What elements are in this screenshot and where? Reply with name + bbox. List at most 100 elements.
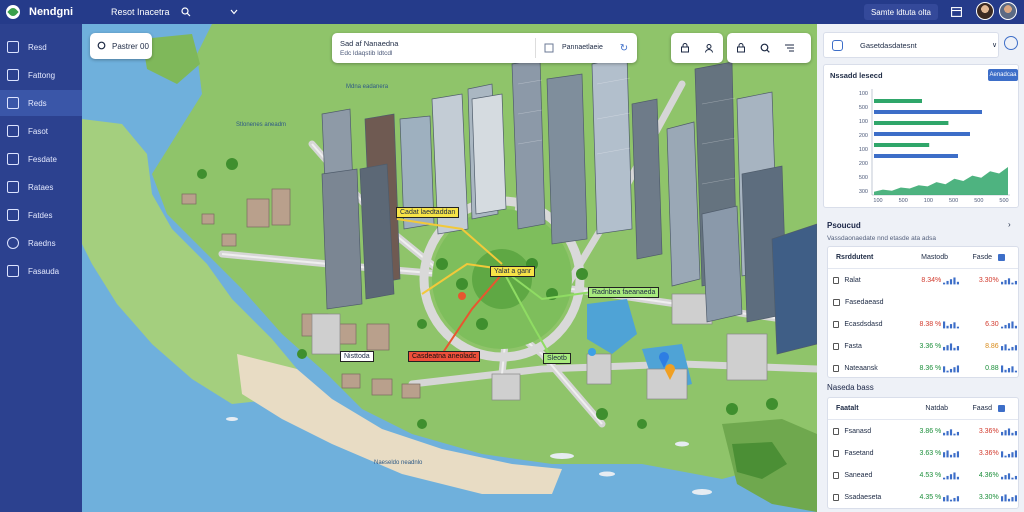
sidebar-item-fasot[interactable]: Fasot (0, 118, 82, 144)
map-callout[interactable]: Casdeatna aneoladc (408, 351, 481, 362)
sparkline-bar (946, 280, 949, 284)
row-checkbox[interactable] (833, 471, 840, 479)
table-row[interactable]: Fasta 3.36 % 8.86 (828, 335, 1018, 357)
sidebar-item-rataes[interactable]: Rataes (0, 174, 82, 200)
map-canvas (82, 24, 817, 512)
sparkline-bar (1014, 280, 1017, 284)
user-search-icon[interactable] (179, 5, 193, 19)
settings-icon[interactable] (1004, 36, 1018, 50)
filter-list-icon[interactable] (782, 41, 796, 55)
column-header-2: Fasde (972, 254, 992, 261)
sidebar-item-tracking[interactable]: Fattong (0, 62, 82, 88)
sparkline-bar (1004, 324, 1007, 328)
app-name: Nendgni (29, 6, 73, 18)
row-checkbox[interactable] (833, 276, 840, 284)
map-callout[interactable]: Nisttoda (340, 351, 374, 362)
row-value-2: 3.36% (978, 427, 999, 435)
table-row[interactable]: Ssadaeseta 4.35 % 3.30% (828, 486, 1018, 508)
table-row[interactable]: Fsanasd 3.86 % 3.36% (828, 420, 1018, 442)
lock-icon[interactable] (734, 41, 748, 55)
chart-action-button[interactable]: Aenadcaa (988, 69, 1018, 81)
table-row[interactable]: Ecasdsdasd 8.38 % 6.30 (828, 313, 1018, 335)
row-value-1: 8.34% (921, 276, 942, 284)
image-icon[interactable] (542, 41, 556, 55)
sidebar-item-fatdes[interactable]: Fatdes (0, 202, 82, 228)
map-callout[interactable]: Yalat a ganr (490, 266, 536, 277)
sidebar-item-home[interactable]: Resd (0, 34, 82, 60)
table-row[interactable]: Fasedaeasd (828, 291, 1018, 313)
sparkline-bar (1000, 345, 1003, 350)
sparkline-bar (943, 432, 946, 435)
chart-bar (874, 132, 970, 136)
map-callout[interactable]: Cadat laedtaddan (396, 207, 460, 218)
chart-bar (874, 154, 958, 158)
layout-icon[interactable] (949, 5, 963, 19)
dataset-selector[interactable]: Resot Inacetra (111, 7, 175, 17)
table-row[interactable]: Ralat 8.34% 3.30% (828, 269, 1018, 291)
row-checkbox[interactable] (833, 493, 840, 501)
sparkline-bar (957, 364, 960, 372)
info-badge (998, 405, 1005, 412)
row-checkbox[interactable] (833, 342, 840, 350)
sparkline-bar (1007, 453, 1010, 457)
location-info-panel[interactable]: Sad af Nanaedna Edc ldaqstib ldtcdl Pann… (332, 33, 637, 63)
sidebar-item-fesdate[interactable]: Fesdate (0, 146, 82, 172)
sparkline (1000, 449, 1017, 457)
sidebar-item-fasauda[interactable]: Fasauda (0, 258, 82, 284)
sparkline-bar (1007, 367, 1010, 372)
data-table: Rsrddutent Mastodb Fasde Ralat 8.34% 3.30%… (827, 246, 1019, 378)
app-logo[interactable] (6, 5, 20, 19)
map-callout[interactable]: Sleotb (543, 353, 571, 364)
row-checkbox[interactable] (833, 364, 840, 372)
sparkline-bar (943, 346, 946, 350)
shield-icon (7, 181, 19, 193)
sparkline-bar (950, 278, 953, 284)
lock-icon[interactable] (678, 41, 692, 55)
column-header-1: Natdab (925, 405, 948, 412)
sparkline-bar (953, 347, 956, 350)
map-tools-left (671, 33, 723, 63)
refresh-icon[interactable]: ↻ (617, 41, 631, 55)
sparkline-bar (1000, 326, 1003, 328)
sparkline (943, 342, 960, 350)
row-value-1: 3.36 % (919, 342, 942, 350)
row-checkbox[interactable] (833, 427, 840, 435)
sparkline-bar (950, 342, 953, 350)
user-icon[interactable] (702, 41, 716, 55)
city-map[interactable]: Pastrer 00 Sad af Nanaedna Edc ldaqstib … (82, 24, 817, 512)
sparkline-bar (950, 323, 953, 328)
sparkline-bar (1007, 348, 1010, 350)
row-value-1: 8.36 % (919, 364, 942, 372)
sidebar-item-reds[interactable]: Reds (0, 90, 82, 116)
row-checkbox[interactable] (833, 320, 840, 328)
y-tick-label: 300 (859, 189, 868, 195)
date-range-button[interactable]: Samte ldtuta olta (864, 4, 938, 20)
user-avatar[interactable] (976, 2, 994, 20)
sparkline-bar (957, 450, 960, 457)
sidebar-item-raedns[interactable]: Raedns (0, 230, 82, 256)
search-icon[interactable] (758, 41, 772, 55)
row-value-1: 3.86 % (919, 427, 942, 435)
table-header: Faatalt Natdab Faasd (828, 398, 1018, 420)
map-tools-right (727, 33, 811, 63)
sparkline (943, 471, 960, 479)
bar-chart: 100 500 100 200 100 200 500 300 100 500 100 500 500 5… (859, 89, 1010, 204)
map-callout[interactable]: Radnbea faeanaeda (588, 287, 660, 298)
chart-bar (874, 121, 949, 125)
table-row[interactable]: Nateaansk 8.36 % 0.88 (828, 357, 1018, 379)
row-value-2: 8.86 (985, 342, 999, 350)
row-checkbox[interactable] (833, 449, 840, 457)
sparkline-bar (953, 321, 956, 328)
globe-icon (7, 237, 19, 249)
row-checkbox[interactable] (833, 298, 840, 306)
row-value-2: 6.30 (985, 320, 999, 328)
sidebar-item-label: Fatdes (28, 210, 53, 220)
close-icon[interactable]: › (1008, 220, 1011, 229)
secondary-avatar[interactable] (999, 2, 1017, 20)
table-row[interactable]: Fasetand 3.63 % 3.36% (828, 442, 1018, 464)
x-tick-label: 500 (999, 198, 1008, 204)
map-search-box[interactable]: Pastrer 00 (90, 33, 152, 59)
region-dropdown[interactable]: Gasetdasdatesnt ∨ (823, 32, 999, 58)
table-row[interactable]: Saneaed 4.53 % 4.36% (828, 464, 1018, 486)
chevron-down-icon[interactable] (227, 5, 241, 19)
